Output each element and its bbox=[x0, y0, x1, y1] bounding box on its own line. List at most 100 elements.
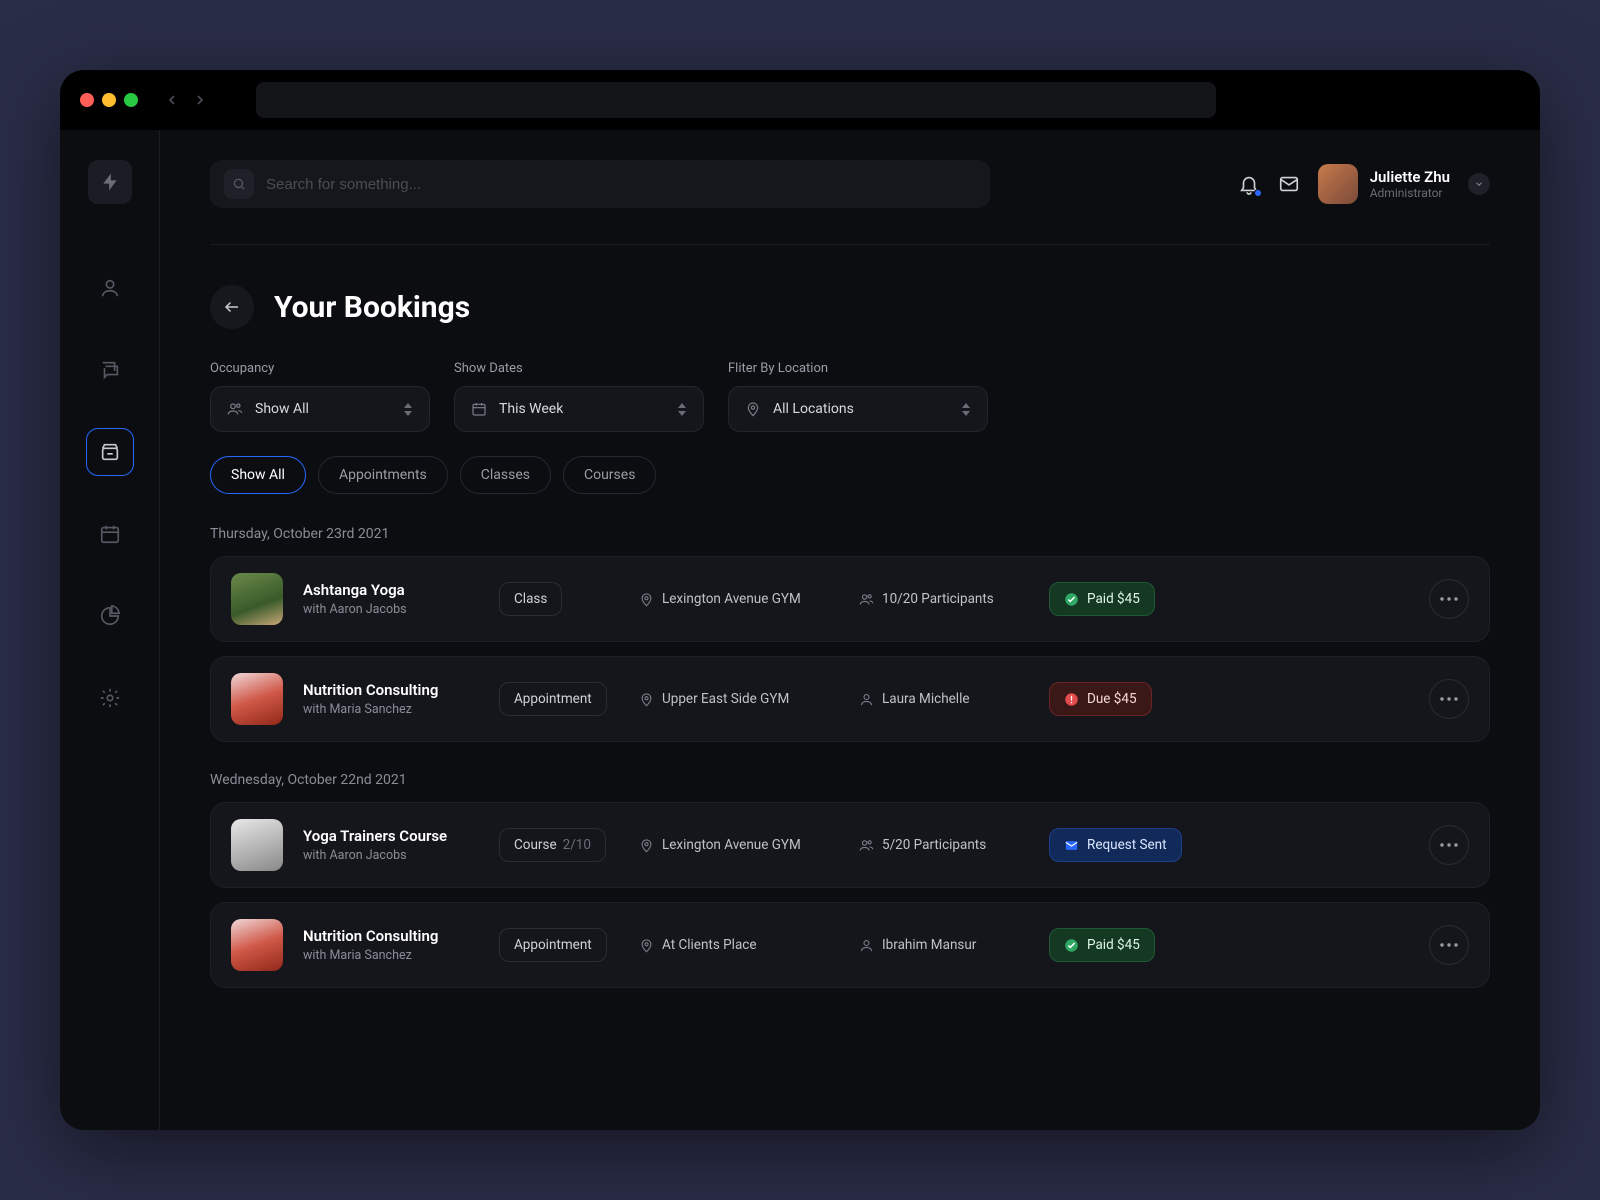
booking-more-button[interactable] bbox=[1429, 825, 1469, 865]
sidebar-item-calendar[interactable] bbox=[86, 510, 134, 558]
sidebar-item-bookings[interactable] bbox=[86, 428, 134, 476]
booking-title: Nutrition Consulting bbox=[303, 681, 499, 699]
booking-location-text: Lexington Avenue GYM bbox=[662, 837, 801, 853]
user-icon bbox=[859, 938, 874, 953]
booking-title: Yoga Trainers Course bbox=[303, 827, 499, 845]
booking-type-text: Class bbox=[514, 591, 547, 607]
back-button[interactable] bbox=[210, 285, 254, 329]
booking-date-header: Thursday, October 23rd 2021 bbox=[210, 526, 1490, 542]
url-bar[interactable] bbox=[256, 82, 1216, 118]
tab-courses[interactable]: Courses bbox=[563, 456, 656, 494]
location-icon bbox=[639, 838, 654, 853]
booking-type-text: Course bbox=[514, 837, 557, 853]
location-icon bbox=[639, 592, 654, 607]
booking-subtitle: with Maria Sanchez bbox=[303, 948, 499, 963]
search-input[interactable] bbox=[266, 176, 976, 193]
booking-status-text: Request Sent bbox=[1087, 837, 1167, 853]
filter-dates-label: Show Dates bbox=[454, 361, 704, 376]
booking-subtitle: with Aaron Jacobs bbox=[303, 602, 499, 617]
window-titlebar bbox=[60, 70, 1540, 130]
user-name: Juliette Zhu bbox=[1370, 168, 1450, 186]
booking-participants: 5/20 Participants bbox=[859, 837, 1049, 853]
sidebar-item-messages[interactable] bbox=[86, 346, 134, 394]
app-logo bbox=[88, 160, 132, 204]
booking-status-text: Paid $45 bbox=[1087, 937, 1140, 953]
tab-show-all[interactable]: Show All bbox=[210, 456, 306, 494]
minimize-window-button[interactable] bbox=[102, 93, 116, 107]
filter-location-value: All Locations bbox=[773, 401, 854, 417]
booking-status-badge: Paid $45 bbox=[1049, 582, 1155, 616]
location-icon bbox=[745, 401, 761, 417]
user-role: Administrator bbox=[1370, 186, 1450, 200]
filter-location-select[interactable]: All Locations bbox=[728, 386, 988, 432]
booking-status-badge: Due $45 bbox=[1049, 682, 1152, 716]
booking-card[interactable]: Nutrition Consulting with Maria Sanchez … bbox=[210, 902, 1490, 988]
booking-thumbnail bbox=[231, 573, 283, 625]
sidebar-item-profile[interactable] bbox=[86, 264, 134, 312]
search-field[interactable] bbox=[210, 160, 990, 208]
booking-card[interactable]: Nutrition Consulting with Maria Sanchez … bbox=[210, 656, 1490, 742]
booking-type-chip: Class bbox=[499, 582, 562, 616]
filter-occupancy-value: Show All bbox=[255, 401, 309, 417]
nav-forward-button[interactable] bbox=[192, 92, 208, 108]
booking-location: At Clients Place bbox=[639, 937, 859, 953]
booking-more-button[interactable] bbox=[1429, 925, 1469, 965]
booking-status-badge: Paid $45 bbox=[1049, 928, 1155, 962]
calendar-icon bbox=[471, 401, 487, 417]
booking-status-text: Due $45 bbox=[1087, 691, 1137, 707]
booking-thumbnail bbox=[231, 919, 283, 971]
booking-card[interactable]: Ashtanga Yoga with Aaron Jacobs Class Le… bbox=[210, 556, 1490, 642]
maximize-window-button[interactable] bbox=[124, 93, 138, 107]
booking-location: Upper East Side GYM bbox=[639, 691, 859, 707]
sort-icon bbox=[961, 403, 971, 416]
booking-subtitle: with Maria Sanchez bbox=[303, 702, 499, 717]
sidebar-item-analytics[interactable] bbox=[86, 592, 134, 640]
sidebar-item-settings[interactable] bbox=[86, 674, 134, 722]
booking-subtitle: with Aaron Jacobs bbox=[303, 848, 499, 863]
status-icon bbox=[1064, 938, 1079, 953]
booking-more-button[interactable] bbox=[1429, 579, 1469, 619]
booking-thumbnail bbox=[231, 819, 283, 871]
booking-participants: 10/20 Participants bbox=[859, 591, 1049, 607]
booking-participants-text: 5/20 Participants bbox=[882, 837, 986, 853]
sort-icon bbox=[677, 403, 687, 416]
user-icon bbox=[859, 692, 874, 707]
booking-type-chip: Course2/10 bbox=[499, 828, 606, 862]
booking-thumbnail bbox=[231, 673, 283, 725]
location-icon bbox=[639, 692, 654, 707]
booking-type-text: Appointment bbox=[514, 691, 592, 707]
user-menu[interactable]: Juliette Zhu Administrator bbox=[1318, 164, 1490, 204]
booking-location-text: Lexington Avenue GYM bbox=[662, 591, 801, 607]
close-window-button[interactable] bbox=[80, 93, 94, 107]
booking-location-text: Upper East Side GYM bbox=[662, 691, 789, 707]
inbox-button[interactable] bbox=[1278, 173, 1300, 195]
booking-title: Nutrition Consulting bbox=[303, 927, 499, 945]
notifications-button[interactable] bbox=[1238, 173, 1260, 195]
filter-dates-select[interactable]: This Week bbox=[454, 386, 704, 432]
app-window: Juliette Zhu Administrator Your Bookings… bbox=[60, 70, 1540, 1130]
status-icon bbox=[1064, 692, 1079, 707]
status-icon bbox=[1064, 838, 1079, 853]
chevron-down-icon bbox=[1468, 173, 1490, 195]
nav-back-button[interactable] bbox=[164, 92, 180, 108]
tab-classes[interactable]: Classes bbox=[460, 456, 551, 494]
booking-date-header: Wednesday, October 22nd 2021 bbox=[210, 772, 1490, 788]
filter-occupancy-label: Occupancy bbox=[210, 361, 430, 376]
avatar bbox=[1318, 164, 1358, 204]
booking-participants-text: 10/20 Participants bbox=[882, 591, 994, 607]
booking-more-button[interactable] bbox=[1429, 679, 1469, 719]
main-content: Juliette Zhu Administrator Your Bookings… bbox=[160, 130, 1540, 1130]
booking-type-text: Appointment bbox=[514, 937, 592, 953]
booking-type-chip: Appointment bbox=[499, 928, 607, 962]
booking-type-chip: Appointment bbox=[499, 682, 607, 716]
status-icon bbox=[1064, 592, 1079, 607]
location-icon bbox=[639, 938, 654, 953]
booking-card[interactable]: Yoga Trainers Course with Aaron Jacobs C… bbox=[210, 802, 1490, 888]
users-icon bbox=[859, 592, 874, 607]
tab-appointments[interactable]: Appointments bbox=[318, 456, 448, 494]
topbar: Juliette Zhu Administrator bbox=[210, 130, 1490, 245]
filter-occupancy-select[interactable]: Show All bbox=[210, 386, 430, 432]
booking-location: Lexington Avenue GYM bbox=[639, 591, 859, 607]
sort-icon bbox=[403, 403, 413, 416]
users-icon bbox=[227, 401, 243, 417]
